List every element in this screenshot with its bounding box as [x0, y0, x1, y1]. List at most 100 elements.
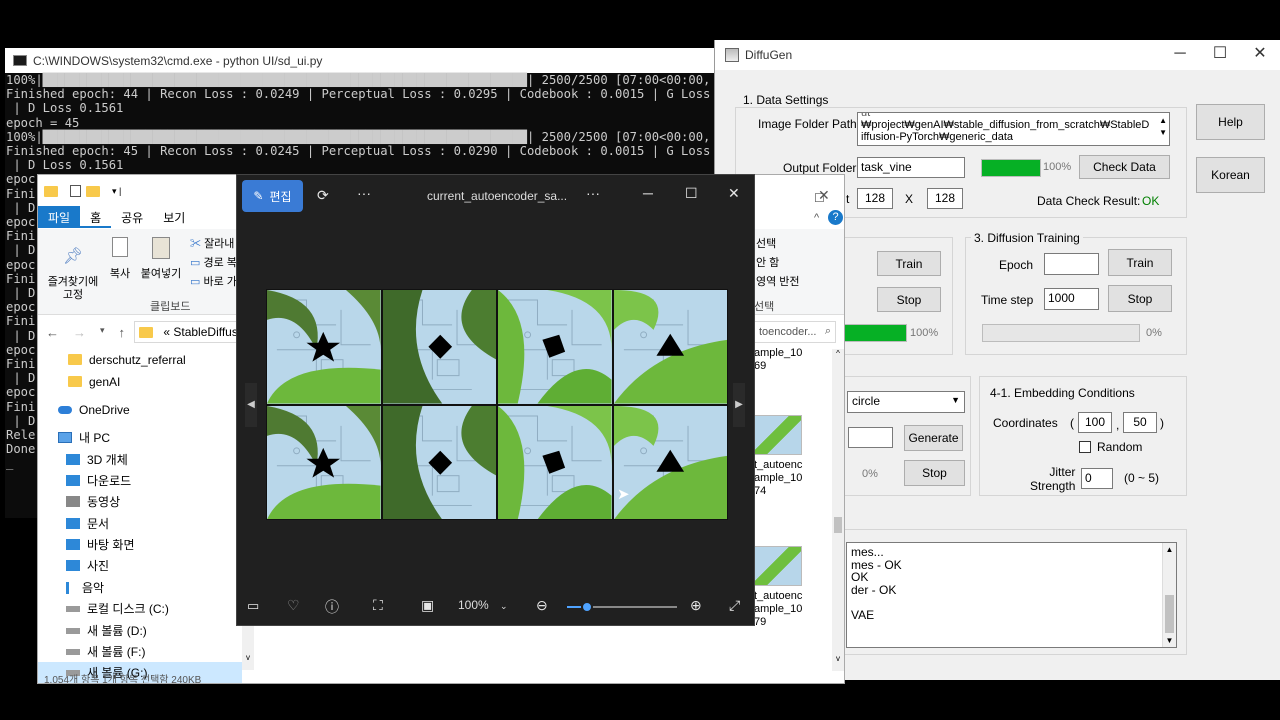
timestep-input[interactable]: 1000: [1044, 288, 1099, 310]
nav-item[interactable]: 문서: [38, 513, 242, 534]
log-scroll-thumb[interactable]: [1165, 595, 1174, 633]
scroll-up-icon[interactable]: ^: [832, 349, 844, 358]
nav-item[interactable]: 새 볼륨 (D:): [38, 620, 242, 641]
new-folder-icon[interactable]: [86, 185, 100, 197]
customize-icon[interactable]: ▾ |: [112, 186, 121, 197]
select-all-button[interactable]: 선택: [756, 235, 800, 254]
explorer-close-icon[interactable]: ✕: [818, 187, 830, 204]
tab-file[interactable]: 파일: [38, 206, 81, 228]
filmstrip-icon[interactable]: ▭: [247, 598, 259, 614]
forward-icon[interactable]: →: [73, 325, 86, 340]
photos-minimize-icon[interactable]: ─: [643, 185, 653, 201]
previous-image-icon[interactable]: ◀: [245, 383, 257, 427]
generate-stop-button[interactable]: Stop: [904, 460, 965, 486]
nav-item[interactable]: 새 볼륨 (F:): [38, 641, 242, 662]
zoom-level[interactable]: 100% ⌄: [458, 598, 508, 612]
cut-button[interactable]: ✂ 잘라내: [190, 235, 237, 254]
rotate-icon[interactable]: ⟳: [317, 187, 329, 204]
scroll-down-icon[interactable]: ▼: [1163, 634, 1176, 647]
info-icon[interactable]: ⓘ: [325, 597, 339, 617]
output-folder-input[interactable]: task_vine: [857, 157, 965, 178]
tab-view[interactable]: 보기: [153, 206, 195, 228]
zoom-slider-thumb[interactable]: [580, 601, 593, 613]
more-options-icon[interactable]: ···: [357, 185, 371, 201]
nav-item[interactable]: genAI: [38, 371, 242, 392]
log-scrollbar[interactable]: ▲ ▼: [1162, 543, 1176, 647]
paste-button[interactable]: 붙여넣기: [139, 237, 183, 281]
file-item[interactable]: ample_10 69: [754, 347, 802, 373]
coord-x-input[interactable]: 100: [1078, 412, 1112, 433]
shape-select[interactable]: circle ▼: [847, 391, 965, 413]
up-icon[interactable]: ↑: [119, 325, 126, 340]
jitter-input[interactable]: 0: [1081, 468, 1113, 489]
nav-item[interactable]: 내 PC: [38, 427, 242, 448]
favorite-icon[interactable]: ♡: [287, 597, 300, 614]
nav-item[interactable]: OneDrive: [38, 399, 242, 420]
zoom-slider[interactable]: [567, 601, 677, 613]
height-input[interactable]: 128: [927, 188, 963, 209]
recent-icon[interactable]: ▾: [100, 325, 105, 340]
check-data-button[interactable]: Check Data: [1079, 155, 1170, 179]
copy-path-button[interactable]: ▭ 경로 복: [190, 254, 237, 273]
photos-viewer[interactable]: ✎ 편집 ⟳ ··· current_autoencoder_sa... ···…: [236, 174, 755, 626]
tab-share[interactable]: 공유: [111, 206, 153, 228]
generate-button[interactable]: Generate: [904, 425, 963, 451]
file-item[interactable]: t_autoenc ample_10 79: [754, 546, 802, 629]
nav-item[interactable]: 사진: [38, 555, 242, 576]
nav-item[interactable]: 3D 개체: [38, 449, 242, 470]
next-image-icon[interactable]: ▶: [733, 383, 745, 427]
copy-button[interactable]: 복사: [108, 237, 132, 281]
vae-train-button[interactable]: Train: [877, 251, 941, 276]
nav-item[interactable]: 바탕 화면: [38, 534, 242, 555]
tab-home[interactable]: 홈: [80, 206, 112, 228]
help-icon[interactable]: ?: [828, 210, 843, 225]
korean-button[interactable]: Korean: [1196, 157, 1265, 193]
photos-close-icon[interactable]: ✕: [728, 185, 740, 202]
maximize-icon[interactable]: ☐: [1200, 40, 1240, 70]
generate-count-input[interactable]: [848, 427, 893, 448]
help-button[interactable]: Help: [1196, 104, 1265, 140]
properties-icon[interactable]: [70, 185, 81, 197]
log-textbox[interactable]: mes... mes - OK OK der - OK VAE ▲ ▼: [846, 542, 1177, 648]
scroll-arrows-icon[interactable]: ▲ ▼: [1159, 115, 1167, 139]
minimize-icon[interactable]: ─: [1160, 40, 1200, 70]
zoom-in-icon[interactable]: ⊕: [690, 597, 702, 614]
image-folder-field[interactable]: ut ₩project₩genAI₩stable_diffusion_from_…: [857, 112, 1170, 146]
nav-item[interactable]: derschutz_referral: [38, 349, 242, 370]
cmd-titlebar[interactable]: C:\WINDOWS\system32\cmd.exe - python UI/…: [5, 48, 725, 73]
photos-maximize-icon[interactable]: ☐: [685, 185, 698, 202]
invert-selection-button[interactable]: 영역 반전: [756, 273, 800, 292]
folder-icon[interactable]: [44, 185, 58, 197]
scroll-up-icon[interactable]: ▲: [1163, 543, 1176, 556]
search-input[interactable]: toencoder... ⌕: [754, 321, 836, 343]
nav-item[interactable]: 다운로드: [38, 470, 242, 491]
nav-item[interactable]: 로컬 디스크 (C:): [38, 598, 242, 619]
scroll-down-icon[interactable]: v: [242, 653, 254, 662]
random-checkbox[interactable]: [1079, 441, 1091, 453]
back-icon[interactable]: ←: [46, 325, 59, 340]
nav-item[interactable]: 음악: [38, 577, 242, 598]
width-input[interactable]: 128: [857, 188, 893, 209]
fullscreen-icon[interactable]: ⤢: [729, 597, 740, 614]
vae-stop-button[interactable]: Stop: [877, 287, 941, 312]
select-none-button[interactable]: 안 함: [756, 254, 800, 273]
chevron-down-icon[interactable]: ▼: [951, 395, 960, 405]
file-scrollbar[interactable]: ^ v: [832, 349, 844, 671]
coord-y-input[interactable]: 50: [1123, 412, 1157, 433]
crop-icon[interactable]: ⛶: [373, 597, 383, 614]
shortcut-button[interactable]: ▭ 바로 가: [190, 273, 237, 292]
file-scroll-thumb[interactable]: [834, 517, 842, 533]
epoch-input[interactable]: [1044, 253, 1099, 275]
title-more-icon[interactable]: ···: [586, 185, 600, 201]
edit-button[interactable]: ✎ 편집: [242, 180, 303, 212]
pin-button[interactable]: 📌︎ 즐겨찾기에 고정: [46, 237, 100, 315]
zoom-out-icon[interactable]: ⊖: [536, 597, 548, 614]
scroll-down-icon[interactable]: v: [832, 654, 844, 663]
chevron-down-icon[interactable]: ⌄: [500, 601, 508, 611]
nav-item[interactable]: 동영상: [38, 491, 242, 512]
diffusion-train-button[interactable]: Train: [1108, 249, 1172, 276]
diffusion-stop-button[interactable]: Stop: [1108, 285, 1172, 312]
fit-icon[interactable]: ▣: [421, 597, 434, 614]
close-icon[interactable]: ✕: [1240, 40, 1280, 70]
ribbon-collapse-icon[interactable]: ^: [814, 212, 819, 224]
